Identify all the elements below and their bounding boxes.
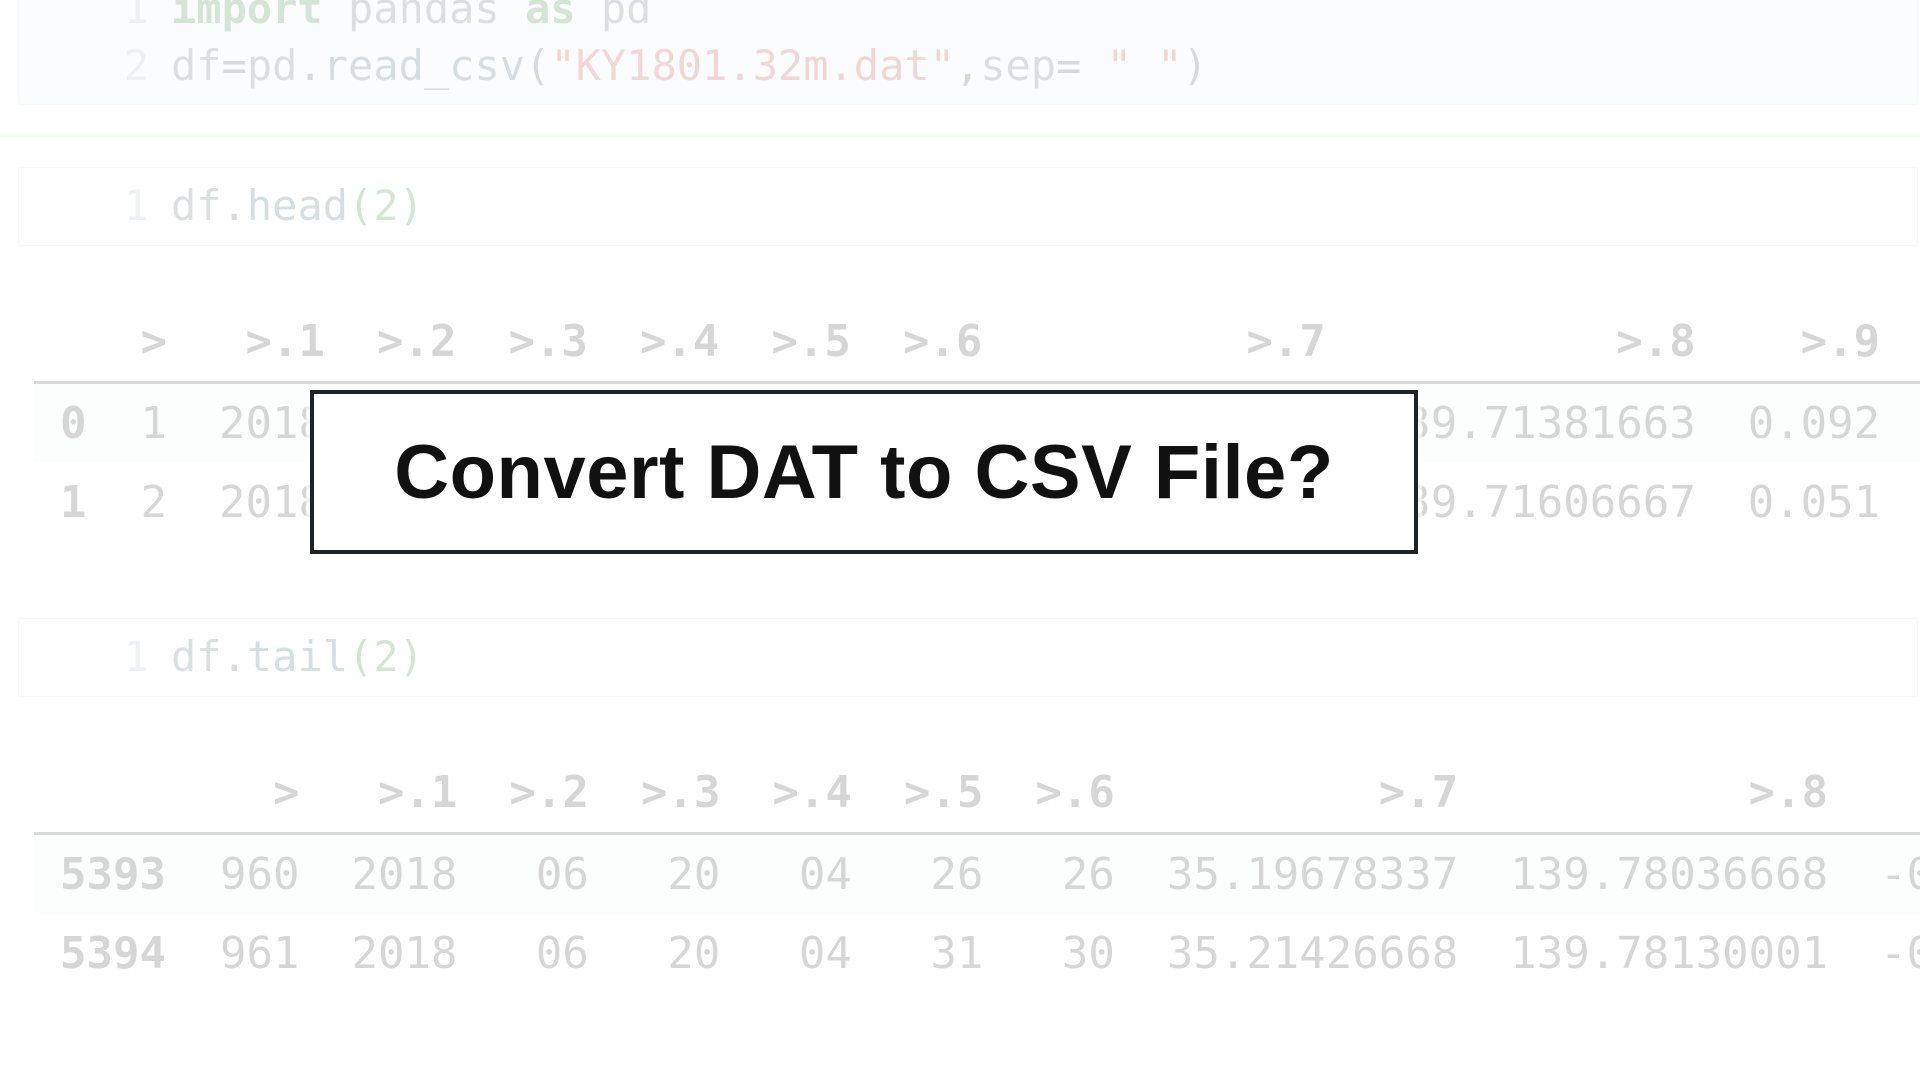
column-header: >.5 bbox=[745, 302, 876, 383]
row-index: 5393 bbox=[34, 833, 194, 914]
cell-value: 04 bbox=[746, 914, 877, 993]
column-header: >.8 bbox=[1352, 302, 1722, 383]
cell-value: 04 bbox=[746, 833, 877, 914]
execution-divider bbox=[0, 133, 1920, 137]
cell-value: 20 bbox=[615, 914, 746, 993]
cell-value: 0.051 bbox=[1722, 463, 1906, 542]
cell-value: 06 bbox=[483, 914, 614, 993]
column-header: >.1 bbox=[325, 753, 483, 834]
table-corner bbox=[34, 302, 115, 383]
code-area[interactable]: df.tail(2) bbox=[171, 619, 1917, 696]
column-header: >.2 bbox=[483, 753, 614, 834]
cell-value: 31 bbox=[878, 914, 1009, 993]
overlay-caption: Convert DAT to CSV File? bbox=[394, 429, 1334, 516]
cell-value: -0.092 bbox=[1854, 833, 1920, 914]
code-cell-import[interactable]: 1 2 import pandas as pd df=pd.read_csv("… bbox=[18, 0, 1918, 105]
column-header: > bbox=[194, 753, 325, 834]
column-header: >.6 bbox=[877, 302, 1008, 383]
kw-import: import bbox=[171, 0, 323, 33]
column-header: >.5 bbox=[878, 753, 1009, 834]
table-corner bbox=[34, 753, 194, 834]
cell-value: -0.308 bbox=[1906, 383, 1920, 464]
column-header: >.8 bbox=[1484, 753, 1854, 834]
cell-value: -0.187 bbox=[1854, 914, 1920, 993]
code-cell-head[interactable]: 1 df.head(2) bbox=[18, 167, 1918, 246]
column-header: >.7 bbox=[1008, 302, 1351, 383]
gutter: 1 2 bbox=[19, 0, 171, 104]
cell-value: 20 bbox=[615, 833, 746, 914]
cell-value: 30 bbox=[1009, 914, 1140, 993]
line-number: 1 bbox=[19, 178, 149, 235]
line-number: 1 bbox=[19, 629, 149, 686]
table-row: 53939602018062004262635.19678337139.7803… bbox=[34, 833, 1920, 914]
cell-value: 26 bbox=[878, 833, 1009, 914]
column-header: >.3 bbox=[482, 302, 613, 383]
code-area[interactable]: import pandas as pd df=pd.read_csv("KY18… bbox=[171, 0, 1917, 104]
column-header: >.1 bbox=[193, 302, 351, 383]
gutter: 1 bbox=[19, 168, 171, 245]
row-index: 1 bbox=[34, 463, 115, 542]
column-header: >.7 bbox=[1141, 753, 1484, 834]
column-header: >.4 bbox=[614, 302, 745, 383]
cell-value: 960 bbox=[194, 833, 325, 914]
cell-value: 06 bbox=[483, 833, 614, 914]
cell-value: 1 bbox=[115, 383, 194, 464]
cell-value: 139.78130001 bbox=[1484, 914, 1854, 993]
cell-value: 2 bbox=[115, 463, 194, 542]
row-index: 5394 bbox=[34, 914, 194, 993]
column-header: >.9 bbox=[1722, 302, 1906, 383]
code-area[interactable]: df.head(2) bbox=[171, 168, 1917, 245]
line-number: 2 bbox=[19, 38, 149, 95]
cell-value: 26 bbox=[1009, 833, 1140, 914]
dataframe-tail-output: >>.1>.2>.3>.4>.5>.6>.7>.8>.9>.10>.11 539… bbox=[34, 753, 1920, 993]
column-header: >.3 bbox=[615, 753, 746, 834]
overlay-caption-box: Convert DAT to CSV File? bbox=[310, 390, 1418, 554]
column-header: >.2 bbox=[351, 302, 482, 383]
column-header: >.10 bbox=[1906, 302, 1920, 383]
cell-value: 139.78036668 bbox=[1484, 833, 1854, 914]
column-header: > bbox=[115, 302, 194, 383]
column-header: >.6 bbox=[1009, 753, 1140, 834]
column-header: >.4 bbox=[746, 753, 877, 834]
cell-value: 2018 bbox=[325, 914, 483, 993]
line-number: 1 bbox=[19, 0, 149, 38]
cell-value: 35.21426668 bbox=[1141, 914, 1484, 993]
table-row: 53949612018062004313035.21426668139.7813… bbox=[34, 914, 1920, 993]
cell-value: -0.267 bbox=[1906, 463, 1920, 542]
gutter: 1 bbox=[19, 619, 171, 696]
row-index: 0 bbox=[34, 383, 115, 464]
cell-value: 35.19678337 bbox=[1141, 833, 1484, 914]
kw-as: as bbox=[525, 0, 576, 33]
cell-value: 2018 bbox=[325, 833, 483, 914]
column-header: >.9 bbox=[1854, 753, 1920, 834]
cell-value: 0.092 bbox=[1722, 383, 1906, 464]
cell-value: 961 bbox=[194, 914, 325, 993]
code-cell-tail[interactable]: 1 df.tail(2) bbox=[18, 618, 1918, 697]
